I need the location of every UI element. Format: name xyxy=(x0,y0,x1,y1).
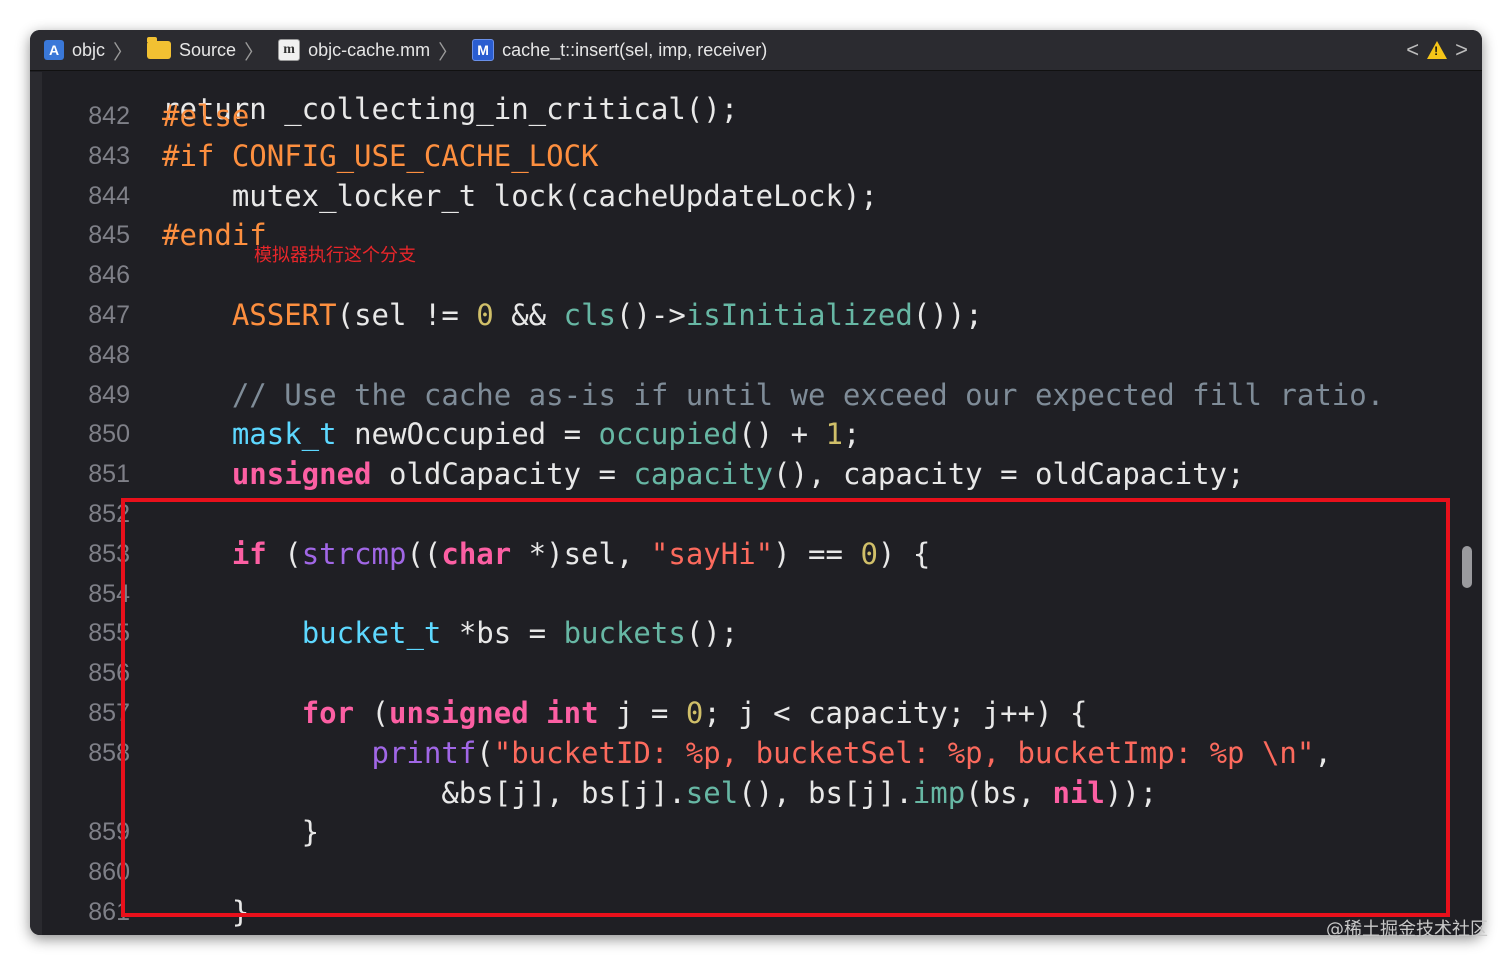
line-number: 850 xyxy=(88,420,130,449)
code-line: 848 xyxy=(42,335,1482,375)
code-text: #endif xyxy=(162,218,267,253)
chevron-right-icon: 〉 xyxy=(438,41,459,64)
chevron-right-icon[interactable]: > xyxy=(1455,37,1468,63)
line-number: 847 xyxy=(88,301,130,329)
breadcrumb-item-project[interactable]: A objc xyxy=(44,40,105,61)
warning-icon[interactable]: ! xyxy=(1427,41,1448,59)
code-text: #if CONFIG_USE_CACHE_LOCK xyxy=(162,138,599,173)
watermark: @稀土掘金技术社区 xyxy=(1326,919,1488,940)
code-line: 844 mutex_locker_t lock(cacheUpdateLock)… xyxy=(42,176,1482,216)
code-line: 849 // Use the cache as-is if until we e… xyxy=(42,375,1482,415)
annotation-text: 模拟器执行这个分支 xyxy=(254,245,416,266)
code-line: 851 unsigned oldCapacity = capacity(), c… xyxy=(42,454,1482,494)
issue-navigation: < ! > xyxy=(1406,30,1468,70)
highlight-box xyxy=(121,498,1450,917)
breadcrumb-item-file[interactable]: m objc-cache.mm xyxy=(278,39,430,61)
project-icon: A xyxy=(44,40,64,60)
breadcrumb-item-method[interactable]: M cache_t::insert(sel, imp, receiver) xyxy=(472,39,767,61)
code-line-partial-top: return _collecting_in_critical(); xyxy=(162,92,739,126)
chevron-right-icon: 〉 xyxy=(244,41,265,64)
jump-bar: A objc 〉 Source 〉 m objc-cache.mm 〉 M ca… xyxy=(30,30,1482,71)
code-line: 843 #if CONFIG_USE_CACHE_LOCK xyxy=(42,136,1482,176)
line-number: 844 xyxy=(88,181,130,210)
code-line: 842 #else xyxy=(42,96,1482,136)
vertical-scrollbar[interactable] xyxy=(1462,546,1472,588)
folder-icon xyxy=(147,37,172,59)
chevron-right-icon: 〉 xyxy=(113,41,134,64)
line-number: 848 xyxy=(88,340,130,369)
line-number: 849 xyxy=(88,380,130,409)
objc-file-icon: m xyxy=(278,39,301,61)
code-text: if (allowExactFastCache()) { xyxy=(162,932,721,936)
line-number: 843 xyxy=(88,141,130,170)
code-text: // Use the cache as-is if until we excee… xyxy=(162,377,1385,412)
chevron-left-icon[interactable]: < xyxy=(1406,37,1419,63)
code-line: 850 mask_t newOccupied = occupied() + 1; xyxy=(42,414,1482,454)
code-text: #else xyxy=(162,99,250,133)
method-icon: M xyxy=(472,39,495,61)
line-number: 842 xyxy=(88,102,130,130)
line-number: 845 xyxy=(88,221,130,250)
code-text: ASSERT(sel != 0 && cls()->isInitialized(… xyxy=(231,298,983,332)
breadcrumb-item-folder[interactable]: Source xyxy=(147,37,236,61)
code-text: unsigned oldCapacity = capacity(), capac… xyxy=(231,457,1245,492)
line-number: 851 xyxy=(88,460,130,489)
code-text: mutex_locker_t lock(cacheUpdateLock); xyxy=(162,178,878,213)
line-number: 846 xyxy=(88,261,130,290)
gutter-strip xyxy=(30,72,42,935)
code-text: mask_t newOccupied = occupied() + 1; xyxy=(231,417,861,452)
code-line: 847 ASSERT(sel != 0 && cls()->isInitiali… xyxy=(42,295,1482,335)
